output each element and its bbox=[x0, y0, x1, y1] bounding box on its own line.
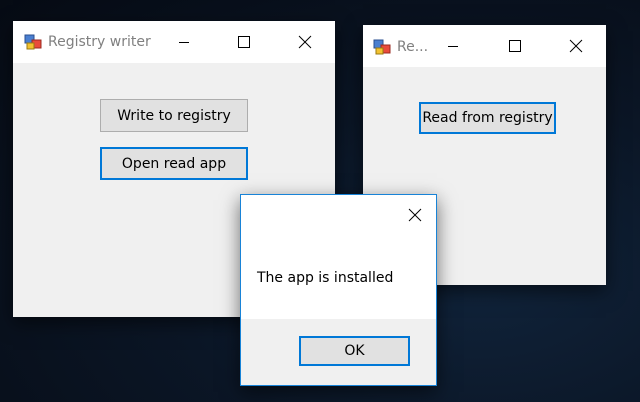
minimize-button[interactable] bbox=[430, 25, 476, 67]
close-icon bbox=[569, 39, 583, 53]
maximize-icon bbox=[509, 40, 521, 52]
reader-window-title: Re... bbox=[397, 39, 429, 55]
minimize-icon bbox=[179, 42, 189, 43]
maximize-icon bbox=[238, 36, 250, 48]
writer-window-title: Registry writer bbox=[48, 34, 151, 50]
read-from-registry-button[interactable]: Read from registry bbox=[419, 102, 556, 134]
close-button[interactable] bbox=[392, 195, 438, 235]
minimize-button[interactable] bbox=[161, 21, 207, 63]
dialog-button-bar: OK bbox=[241, 319, 436, 385]
reader-titlebar[interactable]: Re... bbox=[363, 25, 606, 67]
minimize-icon bbox=[448, 46, 458, 47]
ok-button[interactable]: OK bbox=[299, 336, 410, 366]
write-to-registry-button[interactable]: Write to registry bbox=[100, 99, 248, 132]
maximize-button[interactable] bbox=[492, 25, 538, 67]
message-box-dialog: The app is installed OK bbox=[240, 194, 437, 386]
maximize-button[interactable] bbox=[221, 21, 267, 63]
message-text: The app is installed bbox=[257, 270, 394, 286]
registry-app-icon bbox=[24, 33, 42, 51]
registry-app-icon bbox=[373, 38, 391, 56]
writer-titlebar[interactable]: Registry writer bbox=[13, 21, 335, 63]
close-icon bbox=[408, 208, 422, 222]
open-read-app-button[interactable]: Open read app bbox=[100, 147, 248, 180]
close-button[interactable] bbox=[282, 21, 328, 63]
close-button[interactable] bbox=[553, 25, 599, 67]
close-icon bbox=[298, 35, 312, 49]
